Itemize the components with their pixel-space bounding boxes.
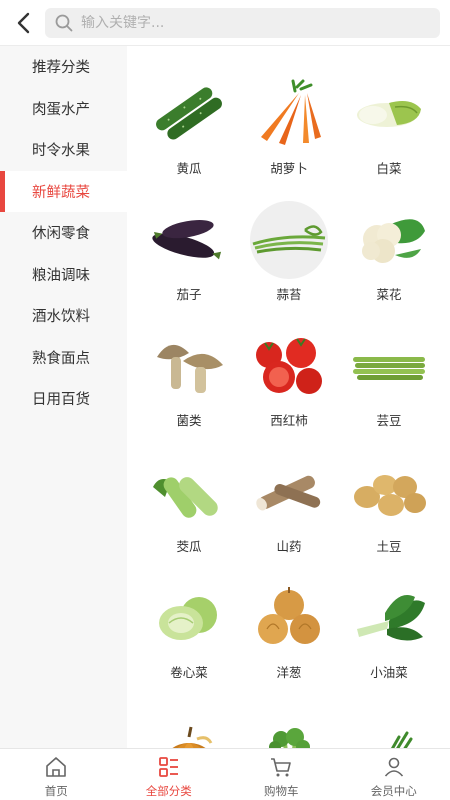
- sidebar-item-label: 粮油调味: [32, 267, 90, 284]
- garlic-scape-icon: [250, 200, 328, 279]
- bottom-tab-bar: 首页 全部分类 购物车 会员中心: [0, 748, 450, 800]
- sidebar-item-label: 时令水果: [32, 143, 90, 160]
- product-item-eggplant[interactable]: 茄子: [139, 196, 239, 303]
- product-item-green-bean[interactable]: 芸豆: [339, 322, 439, 429]
- product-item-carrot[interactable]: 胡萝卜: [239, 70, 339, 177]
- product-label: 蒜苔: [276, 287, 302, 302]
- product-item-tomato[interactable]: 西红柿: [239, 322, 339, 429]
- product-label: 洋葱: [276, 665, 302, 680]
- sidebar-item-drinks[interactable]: 酒水饮料: [0, 295, 127, 337]
- search-input[interactable]: [81, 15, 401, 31]
- bok-choy-icon: [357, 594, 425, 641]
- sidebar-item-label: 熟食面点: [32, 350, 90, 367]
- search-icon: [55, 14, 73, 32]
- tab-cart[interactable]: 购物车: [225, 749, 338, 800]
- product-grid: 黄瓜 胡萝卜 白菜 茄子 蒜苔 菜花 菌类 西红柿 芸豆 茭瓜 山药 土豆 卷心…: [139, 70, 439, 748]
- onion-icon: [258, 586, 320, 644]
- pumpkin-icon: [172, 726, 213, 748]
- sidebar-item-label: 日用百货: [32, 392, 90, 409]
- product-label: 土豆: [376, 539, 402, 554]
- sidebar-item-seasonal-fruit[interactable]: 时令水果: [0, 129, 127, 171]
- carrot-icon: [261, 79, 321, 145]
- tab-label: 首页: [44, 784, 68, 798]
- product-label: 茭瓜: [176, 539, 202, 554]
- product-item-cabbage[interactable]: 卷心菜: [139, 574, 239, 681]
- sidebar-item-snacks[interactable]: 休闲零食: [0, 212, 127, 254]
- product-item-onion[interactable]: 洋葱: [239, 574, 339, 681]
- sidebar-item-recommended[interactable]: 推荐分类: [0, 46, 127, 88]
- product-label: 菌类: [176, 413, 202, 428]
- product-item-potato[interactable]: 土豆: [339, 448, 439, 555]
- sidebar-item-label: 酒水饮料: [32, 309, 90, 326]
- product-item-yam[interactable]: 山药: [239, 448, 339, 555]
- tab-label: 会员中心: [370, 784, 417, 798]
- sidebar-item-daily-goods[interactable]: 日用百货: [0, 378, 127, 420]
- sidebar-item-label: 推荐分类: [32, 60, 90, 77]
- tab-home[interactable]: 首页: [0, 749, 113, 800]
- product-item-pumpkin[interactable]: [139, 700, 239, 748]
- zucchini-icon: [153, 476, 218, 518]
- product-label: 卷心菜: [170, 665, 208, 680]
- yam-icon: [256, 475, 321, 510]
- product-label: 白菜: [376, 161, 402, 176]
- mushroom-icon: [157, 344, 223, 393]
- product-item-cauliflower[interactable]: 菜花: [339, 196, 439, 303]
- napa-cabbage-icon: [357, 100, 421, 127]
- back-button[interactable]: [10, 9, 38, 37]
- cabbage-icon: [159, 596, 217, 640]
- product-item-mushroom[interactable]: 菌类: [139, 322, 239, 429]
- product-item-scallion[interactable]: [339, 700, 439, 748]
- tab-all-categories[interactable]: 全部分类: [113, 749, 226, 800]
- product-item-garlic-scape[interactable]: 蒜苔: [239, 196, 339, 303]
- sidebar-item-deli-pastry[interactable]: 熟食面点: [0, 337, 127, 379]
- product-item-napa-cabbage[interactable]: 白菜: [339, 70, 439, 177]
- eggplant-icon: [152, 219, 222, 259]
- tab-member-center[interactable]: 会员中心: [338, 749, 450, 800]
- chevron-left-icon: [17, 12, 30, 34]
- celery-icon: [269, 727, 310, 748]
- sidebar-item-grain-oil-seasoning[interactable]: 粮油调味: [0, 254, 127, 296]
- product-item-cucumber[interactable]: 黄瓜: [139, 70, 239, 177]
- cauliflower-icon: [362, 218, 425, 263]
- product-item-celery[interactable]: [239, 700, 339, 748]
- scallion-icon: [390, 731, 413, 748]
- sidebar-item-fresh-vegetables[interactable]: 新鲜蔬菜: [0, 170, 127, 212]
- category-sidebar: 推荐分类 肉蛋水产 时令水果 新鲜蔬菜 休闲零食 粮油调味 酒水饮料 熟食面点 …: [0, 46, 127, 748]
- product-item-bok-choy[interactable]: 小油菜: [339, 574, 439, 681]
- product-label: 西红柿: [270, 413, 308, 428]
- cart-icon: [271, 758, 292, 777]
- user-icon: [384, 757, 403, 777]
- tab-label: 购物车: [264, 784, 299, 798]
- product-label: 小油菜: [370, 665, 408, 680]
- product-label: 胡萝卜: [270, 161, 308, 176]
- search-box[interactable]: [45, 8, 440, 38]
- product-label: 黄瓜: [176, 161, 202, 176]
- category-icon: [158, 757, 178, 777]
- product-label: 菜花: [376, 287, 402, 302]
- product-item-zucchini[interactable]: 茭瓜: [139, 448, 239, 555]
- product-label: 茄子: [176, 287, 202, 302]
- tab-label: 全部分类: [145, 784, 192, 798]
- cucumber-icon: [156, 86, 222, 139]
- sidebar-item-label: 新鲜蔬菜: [32, 184, 90, 201]
- tomato-icon: [256, 337, 322, 394]
- sidebar-item-meat-eggs-seafood[interactable]: 肉蛋水产: [0, 88, 127, 130]
- product-label: 山药: [276, 539, 302, 554]
- home-icon: [46, 757, 67, 777]
- sidebar-item-label: 休闲零食: [32, 226, 90, 243]
- product-grid-area: 黄瓜 胡萝卜 白菜 茄子 蒜苔 菜花 菌类 西红柿 芸豆 茭瓜 山药 土豆 卷心…: [127, 46, 450, 748]
- sidebar-item-label: 肉蛋水产: [32, 101, 90, 118]
- green-bean-icon: [353, 356, 425, 380]
- potato-icon: [354, 474, 426, 516]
- top-bar: [0, 0, 450, 46]
- product-label: 芸豆: [376, 413, 402, 428]
